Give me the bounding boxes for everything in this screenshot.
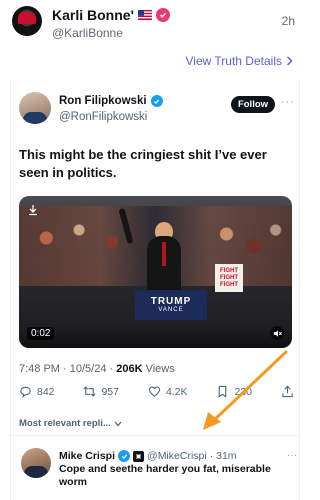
divider (11, 435, 299, 436)
reply-action[interactable]: 842 (19, 385, 55, 398)
tweet-text: This might be the cringiest shit I’ve ev… (19, 147, 267, 180)
truth-post-header: Karli Bonne' @KarliBonne 2h (0, 0, 309, 50)
reply-sort-label: Most relevant repli... (19, 418, 111, 429)
truth-author-row[interactable]: Karli Bonne' (52, 7, 170, 23)
share-icon (282, 385, 293, 398)
heart-icon (148, 386, 161, 397)
video-duration: 0:02 (27, 327, 55, 340)
reply-count: 842 (37, 385, 55, 398)
tweet-video[interactable]: TRUMP VANCE FIGHT FIGHT FIGHT 0:02 (19, 196, 292, 348)
author-handle[interactable]: @KarliBonne (52, 26, 123, 40)
tweet-timestamp: 7:48 PM · 10/5/24 · (19, 363, 117, 375)
verified-check-icon (118, 450, 131, 462)
avatar[interactable] (12, 6, 42, 36)
chevron-right-icon (286, 56, 293, 66)
chevron-down-icon (114, 421, 122, 426)
embedded-tweet-card[interactable]: Ron Filipkowski @RonFilipkowski Follow ·… (10, 80, 300, 500)
reply-author-avatar[interactable] (21, 448, 51, 478)
repost-icon (83, 386, 96, 397)
podium-line-2: VANCE (158, 307, 184, 313)
reply-more-options-icon[interactable]: ··· (287, 450, 297, 461)
reply-time: · 31m (209, 450, 237, 462)
us-flag-icon (137, 10, 152, 20)
post-time: 2h (281, 14, 295, 28)
follow-button[interactable]: Follow (231, 96, 275, 113)
reply-sort-dropdown[interactable]: Most relevant repli... (19, 418, 122, 429)
repost-action[interactable]: 957 (83, 385, 119, 398)
verified-check-icon (150, 95, 163, 107)
view-details-label: View Truth Details (185, 54, 283, 68)
reply-text: Cope and seethe harder you fat, miserabl… (59, 463, 271, 488)
more-options-icon[interactable]: ··· (281, 96, 295, 108)
share-action[interactable] (281, 385, 294, 398)
views-label: Views (142, 363, 175, 375)
views-count: 206K (116, 363, 143, 375)
reply-icon (20, 386, 31, 398)
podium-line-1: TRUMP (150, 296, 192, 307)
crowd-sign: FIGHT FIGHT FIGHT (215, 264, 243, 292)
tweet-author-avatar[interactable] (19, 92, 51, 124)
reply-author-name[interactable]: Mike Crispi (59, 450, 115, 462)
video-overlay-gradient (19, 326, 292, 348)
tweet-author-name[interactable]: Ron Filipkowski (59, 95, 147, 107)
like-action[interactable]: 4.2K (148, 385, 188, 398)
author-name[interactable]: Karli Bonne' (52, 7, 134, 23)
like-count: 4.2K (165, 385, 188, 398)
bookmark-icon (219, 385, 227, 398)
tweet-meta: 7:48 PM · 10/5/24 · 206K Views (19, 363, 175, 375)
speaker-tie (162, 242, 166, 266)
reply-author-handle[interactable]: @MikeCrispi (147, 450, 207, 462)
verified-badge-icon (155, 8, 170, 22)
mute-icon[interactable] (270, 326, 284, 340)
podium-sign: TRUMP VANCE (135, 290, 207, 320)
tweet-actions-bar: 842 957 4.2K 230 (19, 385, 294, 398)
bookmark-action[interactable]: 230 (216, 385, 252, 398)
tweet-author-handle[interactable]: @RonFilipkowski (59, 111, 147, 123)
reply-author-row[interactable]: Mike Crispi ▣ @MikeCrispi · 31m (59, 450, 237, 462)
view-truth-details-link[interactable]: View Truth Details (186, 54, 294, 68)
download-icon[interactable] (27, 204, 39, 216)
affiliate-badge-icon: ▣ (133, 450, 145, 462)
bookmark-count: 230 (234, 385, 253, 398)
tweet-author-row[interactable]: Ron Filipkowski (59, 95, 163, 107)
repost-count: 957 (101, 385, 119, 398)
